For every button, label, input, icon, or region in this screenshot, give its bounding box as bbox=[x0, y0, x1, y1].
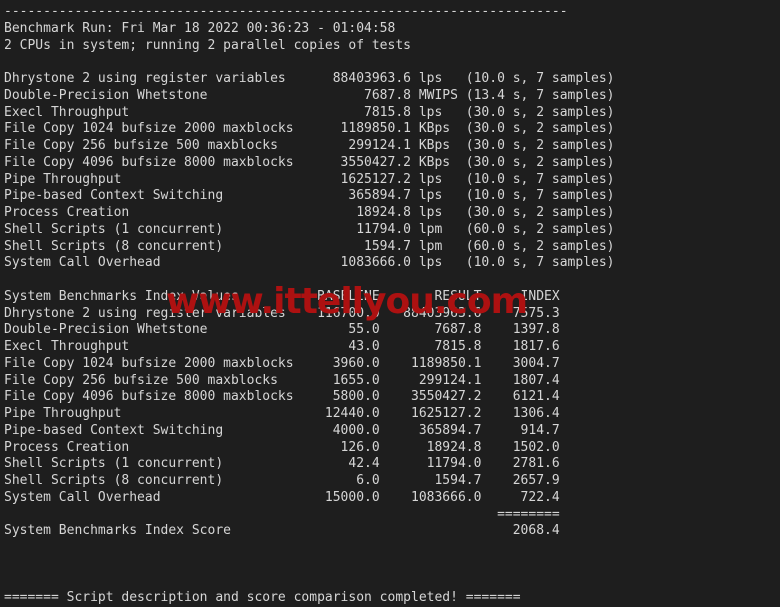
benchmark-output-text: ----------------------------------------… bbox=[4, 4, 615, 606]
terminal-window: ----------------------------------------… bbox=[0, 0, 780, 606]
